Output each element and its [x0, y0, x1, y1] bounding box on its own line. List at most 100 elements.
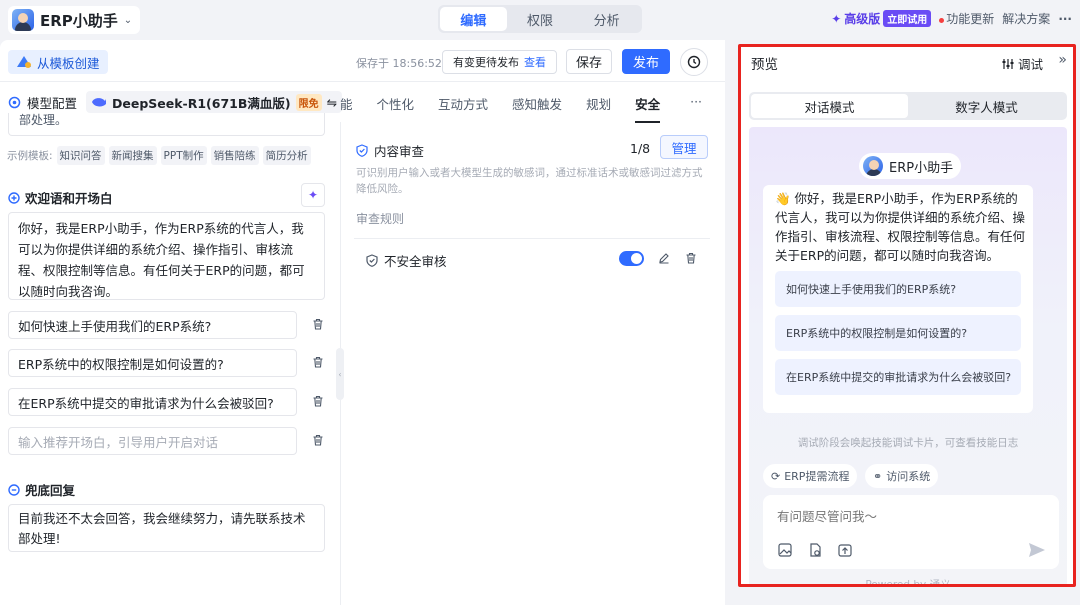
create-from-template-button[interactable]: 从模板创建 — [8, 50, 108, 74]
template-icon — [17, 56, 31, 68]
tab-edit[interactable]: 编辑 — [440, 7, 507, 31]
delete-icon[interactable] — [312, 395, 324, 407]
solutions-link[interactable]: 解决方案 — [1002, 10, 1050, 27]
example-chip[interactable]: 知识问答 — [56, 146, 105, 165]
app-avatar — [12, 9, 34, 31]
tab-personalization[interactable]: 个性化 — [377, 94, 415, 113]
preview-mode-tabs: 对话模式 数字人模式 — [749, 92, 1067, 120]
updates-link[interactable]: 功能更新 — [939, 10, 994, 27]
opening-question-input[interactable]: ERP系统中的权限控制是如何设置的? — [8, 349, 297, 377]
opening-question-input[interactable]: 在ERP系统中提交的审批请求为什么会被驳回? — [8, 388, 297, 416]
wand-icon: ✦ — [831, 11, 842, 26]
powered-by: Powered by 通义 — [865, 579, 951, 587]
link-icon: ⚭ — [873, 469, 883, 483]
rule-toggle[interactable] — [619, 251, 644, 266]
welcome-textarea[interactable]: 你好，我是ERP小助手，作为ERP系统的代言人，我可以为你提供详细的系统介绍、操… — [8, 212, 325, 300]
ai-generate-button[interactable]: ✦ — [301, 183, 325, 207]
edit-icon[interactable] — [658, 252, 670, 264]
example-chip[interactable]: 销售陪练 — [210, 146, 259, 165]
fallback-section-title: 兜底回复 — [8, 480, 75, 499]
opening-question-input[interactable]: 如何快速上手使用我们的ERP系统? — [8, 311, 297, 339]
suggested-question[interactable]: ERP系统中的权限控制是如何设置的? — [775, 315, 1021, 351]
suggested-question[interactable]: 在ERP系统中提交的审批请求为什么会被驳回? — [775, 359, 1021, 395]
deepseek-whale-icon — [92, 98, 106, 107]
template-label: 从模板创建 — [37, 55, 100, 71]
collapse-right-icon[interactable]: » — [1058, 52, 1067, 68]
pro-plan[interactable]: ✦ 高级版 立即试用 — [831, 10, 932, 27]
preview-title: 预览 — [751, 57, 778, 73]
sliders-icon — [1002, 58, 1014, 69]
tab-avatar-mode[interactable]: 数字人模式 — [908, 94, 1065, 118]
mode-tabs: 编辑 权限 分析 — [438, 5, 642, 33]
chevron-down-icon: ⌄ — [123, 14, 133, 26]
example-chip[interactable]: 新闻搜集 — [108, 146, 157, 165]
example-chip[interactable]: 简历分析 — [262, 146, 311, 165]
preview-panel: 预览 调试 » 对话模式 数字人模式 ERP小助手 👋 你好，我是ERP小助手，… — [738, 44, 1076, 587]
plus-circle-icon — [8, 191, 20, 204]
bot-header: ERP小助手 — [859, 153, 962, 179]
more-icon[interactable]: ··· — [1058, 12, 1072, 26]
publish-button[interactable]: 发布 — [622, 49, 670, 74]
shield-check-icon — [356, 144, 368, 157]
suggested-question[interactable]: 如何快速上手使用我们的ERP系统? — [775, 271, 1021, 307]
content-review-title: 内容审查 — [356, 141, 424, 160]
bot-name: ERP小助手 — [889, 160, 954, 176]
switch-arrows-icon[interactable]: ⇋ — [327, 95, 337, 110]
image-upload-icon[interactable] — [777, 542, 793, 558]
config-icon — [8, 96, 21, 109]
send-icon[interactable] — [1027, 540, 1047, 560]
bot-message-text: 👋 你好，我是ERP小助手，作为ERP系统的代言人，我可以为你提供详细的系统介绍… — [775, 191, 1026, 263]
tab-permission[interactable]: 权限 — [507, 7, 574, 31]
workflow-icon: ⟳ — [771, 469, 781, 483]
delete-icon[interactable] — [685, 252, 697, 264]
tab-safety[interactable]: 安全 — [635, 94, 661, 123]
delete-icon[interactable] — [312, 356, 324, 368]
collapse-handle[interactable]: ‹ — [336, 348, 344, 400]
debug-label: 调试 — [1017, 57, 1043, 72]
shield-icon — [366, 254, 378, 267]
debug-button[interactable]: 调试 — [1002, 54, 1043, 73]
model-config-text: 模型配置 — [27, 96, 78, 111]
skill-chip[interactable]: ⟳ ERP提需流程 — [763, 464, 858, 488]
config-tabs: 能 个性化 互动方式 感知触发 规划 安全 ··· — [340, 94, 726, 123]
file-upload-icon[interactable] — [807, 542, 823, 558]
manage-button[interactable]: 管理 — [660, 135, 708, 159]
tab-interaction[interactable]: 互动方式 — [438, 94, 488, 113]
delete-icon[interactable] — [312, 318, 324, 330]
pending-label: 有变更待发布 — [453, 56, 519, 69]
example-chip[interactable]: PPT制作 — [160, 146, 207, 165]
new-dot-icon — [939, 18, 945, 23]
view-changes-link[interactable]: 查看 — [524, 54, 546, 70]
chat-input[interactable] — [777, 509, 977, 524]
skill-chip[interactable]: ⚭ 访问系统 — [865, 464, 939, 488]
fallback-textarea[interactable]: 目前我还不太会回答，我会继续努力，请先联系技术部处理! — [8, 504, 325, 552]
tab-chat-mode[interactable]: 对话模式 — [751, 94, 908, 118]
review-count: 1/8 — [630, 141, 651, 156]
history-icon — [687, 55, 701, 69]
history-button[interactable] — [680, 48, 708, 76]
rule-name: 不安全审核 — [384, 254, 447, 269]
tab-skills[interactable]: 能 — [340, 94, 353, 113]
save-button[interactable]: 保存 — [566, 49, 612, 74]
app-name: ERP小助手 — [40, 11, 118, 30]
chat-bubble-icon — [8, 483, 20, 496]
delete-icon[interactable] — [312, 434, 324, 446]
welcome-title: 欢迎语和开场白 — [25, 191, 113, 206]
skill-label: ERP提需流程 — [784, 470, 850, 483]
model-selector[interactable]: DeepSeek-R1(671B满血版) 限免 ⇋ — [86, 91, 343, 113]
upload-icon[interactable] — [837, 542, 853, 558]
debug-hint: 调试阶段会唤起技能调试卡片，可查看技能日志 — [797, 437, 1019, 449]
opening-question-placeholder[interactable]: 输入推荐开场白，引导用户开启对话 — [8, 427, 297, 455]
review-title: 内容审查 — [374, 144, 425, 159]
app-switcher[interactable]: ERP小助手 ⌄ — [8, 6, 141, 34]
tab-analysis[interactable]: 分析 — [573, 7, 640, 31]
magic-wand-icon: ✦ — [307, 188, 319, 202]
tab-perception[interactable]: 感知触发 — [512, 94, 562, 113]
prompt-input-tail[interactable]: 部处理。 — [8, 113, 325, 136]
trial-badge[interactable]: 立即试用 — [883, 10, 932, 27]
tab-planning[interactable]: 规划 — [586, 94, 611, 113]
welcome-section-title: 欢迎语和开场白 — [8, 188, 113, 207]
tabs-more-icon[interactable]: ··· — [690, 94, 702, 113]
rule-item: 不安全审核 — [366, 251, 447, 270]
model-config-label: 模型配置 — [8, 93, 77, 112]
